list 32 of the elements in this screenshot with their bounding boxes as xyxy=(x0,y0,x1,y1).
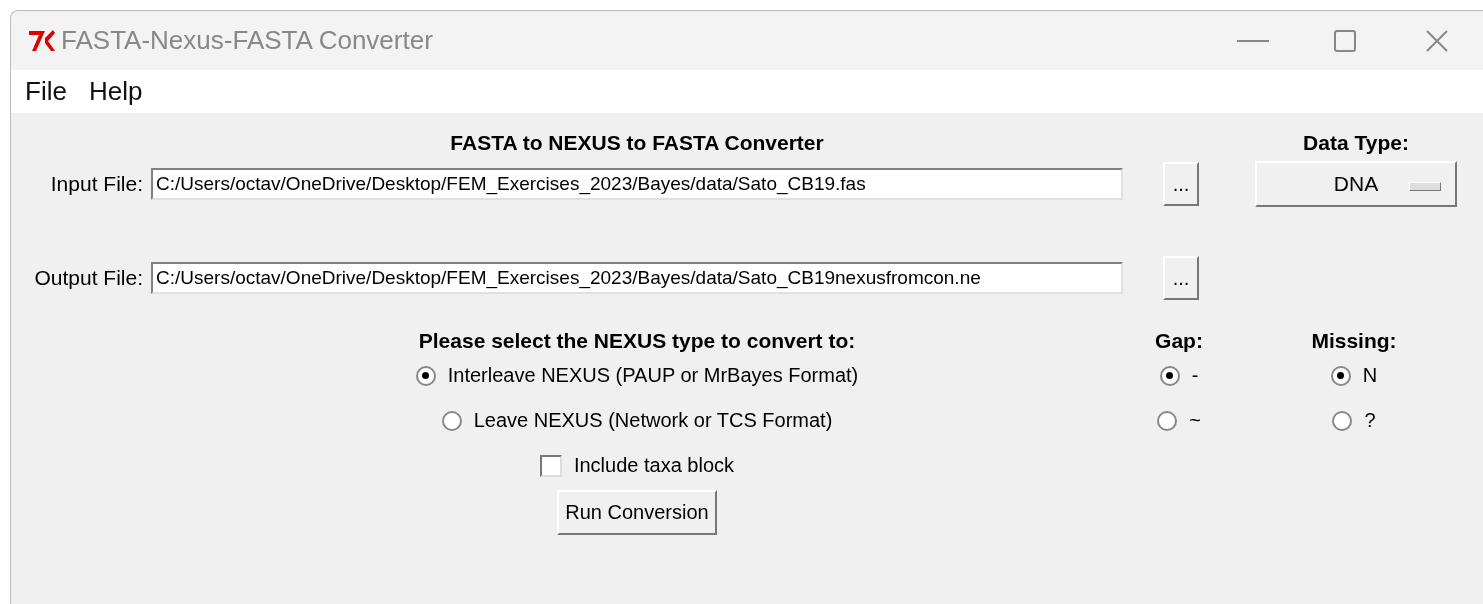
option-label: ? xyxy=(1364,409,1376,432)
option-label: - xyxy=(1191,364,1199,387)
checkbox-label: Include taxa block xyxy=(573,454,735,477)
option-label: ~ xyxy=(1189,409,1201,432)
window-title: FASTA-Nexus-FASTA Converter xyxy=(61,25,433,56)
form-heading: FASTA to NEXUS to FASTA Converter xyxy=(449,131,825,155)
browse-button[interactable]: ... xyxy=(1163,256,1199,300)
checkbox[interactable] xyxy=(539,454,562,477)
data-type-label: Data Type: xyxy=(1302,131,1410,155)
browse-button[interactable]: ... xyxy=(1163,162,1199,206)
option-label: Interleave NEXUS (PAUP or MrBayes Format) xyxy=(447,364,859,387)
file-label: Output File: xyxy=(33,266,144,290)
radio-button[interactable] xyxy=(415,365,436,386)
file-label: Input File: xyxy=(49,172,144,196)
radio-button[interactable] xyxy=(1332,410,1353,431)
radio-button[interactable] xyxy=(1159,365,1180,386)
radio-button[interactable] xyxy=(1157,410,1178,431)
radio-button[interactable] xyxy=(1330,365,1351,386)
close-icon xyxy=(1426,29,1448,52)
option-label: Leave NEXUS (Network or TCS Format) xyxy=(473,409,833,432)
section-heading: Missing: xyxy=(1311,329,1397,353)
section-heading: Gap: xyxy=(1155,329,1203,353)
option-label: N xyxy=(1362,364,1378,387)
radio-button[interactable] xyxy=(441,410,462,431)
menu-item[interactable]: File xyxy=(25,76,67,107)
data-type-dropdown[interactable]: DNA xyxy=(1255,161,1457,207)
file-path-field[interactable]: C:/Users/octav/OneDrive/Desktop/FEM_Exercises_2023/Bayes/data/Sato_CB19.fas xyxy=(151,168,1123,200)
run-button[interactable]: Run Conversion xyxy=(557,490,717,535)
section-heading: Please select the NEXUS type to convert to: xyxy=(418,329,856,353)
maximize-icon xyxy=(1334,29,1356,52)
file-path-field[interactable]: C:/Users/octav/OneDrive/Desktop/FEM_Exercises_2023/Bayes/data/Sato_CB19nexusfromcon.ne xyxy=(151,262,1123,294)
menu-item[interactable]: Help xyxy=(88,76,143,107)
